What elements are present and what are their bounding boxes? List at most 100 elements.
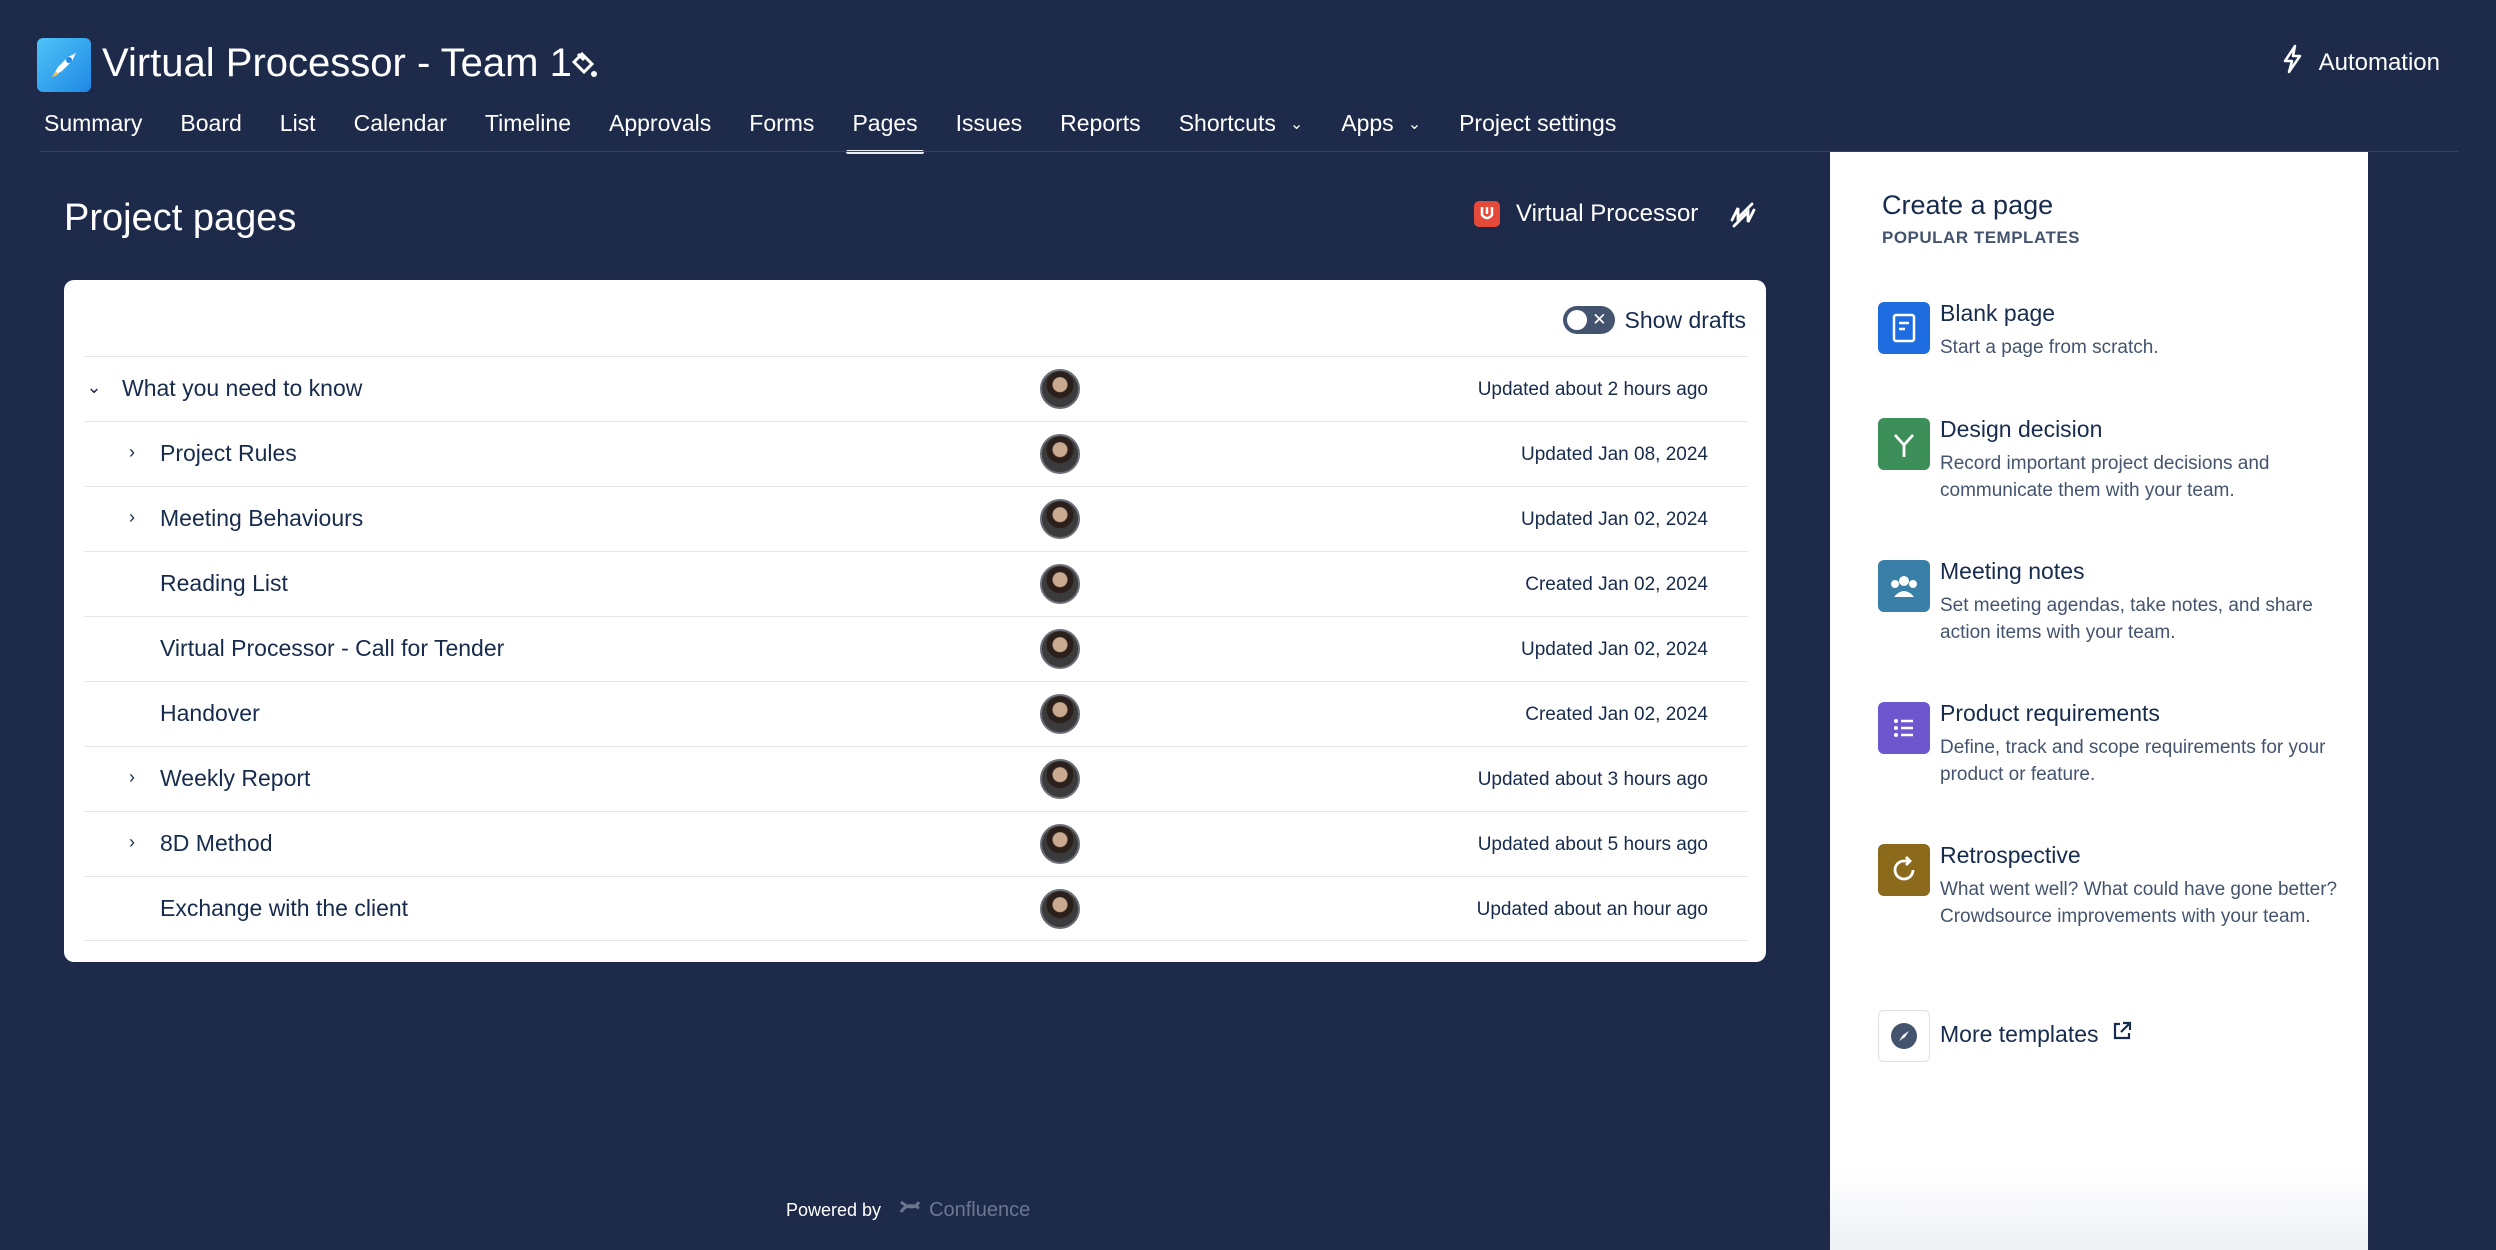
tab-label: Project settings <box>1459 110 1617 136</box>
powered-by-footer: Powered by Confluence <box>786 1198 1030 1222</box>
list-item[interactable]: Reading List Created Jan 02, 2024 <box>84 551 1748 616</box>
page-status: Updated Jan 02, 2024 <box>1521 639 1708 660</box>
paint-bucket-icon[interactable] <box>566 48 600 82</box>
avatar[interactable] <box>1040 434 1080 474</box>
page-name[interactable]: Virtual Processor - Call for Tender <box>160 635 504 662</box>
pages-list: ⌄ What you need to know Updated about 2 … <box>84 356 1748 941</box>
tab-label: Summary <box>44 110 143 136</box>
people-icon <box>1878 560 1930 612</box>
project-header: Virtual Processor - Team 1 Automation Su… <box>0 0 2496 155</box>
loop-icon <box>1878 844 1930 896</box>
more-templates-text: More templates <box>1940 1020 2133 1048</box>
show-drafts-label: Show drafts <box>1624 306 1746 333</box>
panel-subtitle: POPULAR TEMPLATES <box>1882 228 2081 247</box>
avatar[interactable] <box>1040 499 1080 539</box>
tab-forms[interactable]: Forms <box>749 108 833 152</box>
toggle-knob <box>1566 310 1587 330</box>
list-item[interactable]: › Weekly Report Updated about 3 hours ag… <box>84 746 1748 811</box>
tab-label: Reports <box>1060 110 1141 136</box>
avatar[interactable] <box>1040 629 1080 669</box>
avatar[interactable] <box>1040 889 1080 929</box>
chevron-down-icon: ⌄ <box>1289 116 1304 133</box>
page-name[interactable]: 8D Method <box>160 830 273 857</box>
chevron-right-icon[interactable]: › <box>122 507 142 528</box>
template-desc: Set meeting agendas, take notes, and sha… <box>1940 595 2313 643</box>
tab-label: Board <box>180 110 242 136</box>
chevron-right-icon[interactable]: › <box>122 832 142 853</box>
avatar[interactable] <box>1040 759 1080 799</box>
list-item[interactable]: › 8D Method Updated about 5 hours ago <box>84 811 1748 876</box>
list-item[interactable]: › Project Rules Updated Jan 08, 2024 <box>84 421 1748 486</box>
page-name[interactable]: Reading List <box>160 570 288 597</box>
list-icon <box>1878 702 1930 754</box>
tab-label: Timeline <box>484 110 571 136</box>
template-desc: What went well? What could have gone bet… <box>1940 879 2338 927</box>
confluence-label: Confluence <box>929 1198 1031 1221</box>
tab-label: Apps <box>1341 110 1394 136</box>
create-page-panel: Create a page POPULAR TEMPLATES Blank pa… <box>1830 152 2368 1250</box>
lightning-icon <box>2279 44 2305 81</box>
avatar[interactable] <box>1040 369 1080 409</box>
list-item[interactable]: Handover Created Jan 02, 2024 <box>84 681 1748 746</box>
tab-label: Shortcuts <box>1178 110 1276 136</box>
confluence-logo-icon <box>899 1198 921 1222</box>
project-title: Virtual Processor - Team 1 <box>102 41 572 85</box>
template-name: Blank page <box>1940 300 2056 326</box>
external-link-icon <box>2111 1020 2133 1048</box>
tab-apps[interactable]: Apps ⌄ <box>1341 108 1440 152</box>
project-rocket-icon[interactable] <box>37 38 91 92</box>
show-drafts-toggle[interactable]: ✕ Show drafts <box>1562 306 1746 334</box>
template-desc: Define, track and scope requirements for… <box>1940 737 2326 785</box>
tab-label: Calendar <box>353 110 447 136</box>
page-name[interactable]: Exchange with the client <box>160 895 408 922</box>
tab-pages[interactable]: Pages <box>846 108 936 154</box>
tab-project-settings[interactable]: Project settings <box>1459 108 1635 152</box>
pages-card: ✕ Show drafts ⌄ What you need to know Up… <box>64 280 1766 962</box>
chevron-down-icon: ⌄ <box>1407 116 1422 133</box>
chevron-right-icon[interactable]: › <box>122 767 142 788</box>
tab-calendar[interactable]: Calendar <box>354 108 466 152</box>
tab-approvals[interactable]: Approvals <box>609 108 730 152</box>
tab-issues[interactable]: Issues <box>956 108 1041 152</box>
page-name[interactable]: Handover <box>160 700 260 727</box>
powered-by-label: Powered by <box>786 1199 882 1220</box>
tab-board[interactable]: Board <box>180 108 260 152</box>
page-status: Updated Jan 02, 2024 <box>1521 509 1708 530</box>
confluence-brand[interactable]: Confluence <box>899 1198 1030 1222</box>
chevron-right-icon[interactable]: › <box>122 442 142 463</box>
avatar[interactable] <box>1040 824 1080 864</box>
tab-label: Forms <box>749 110 815 136</box>
avatar[interactable] <box>1040 564 1080 604</box>
page-status: Updated Jan 08, 2024 <box>1521 444 1708 465</box>
tab-shortcuts[interactable]: Shortcuts ⌄ <box>1179 108 1323 152</box>
tab-reports[interactable]: Reports <box>1060 108 1160 152</box>
list-item[interactable]: › Meeting Behaviours Updated Jan 02, 202… <box>84 486 1748 551</box>
tab-summary[interactable]: Summary <box>44 108 161 152</box>
chevron-down-icon[interactable]: ⌄ <box>84 377 104 398</box>
page-name[interactable]: Project Rules <box>160 440 297 467</box>
automation-button[interactable]: Automation <box>2279 44 2440 81</box>
space-link[interactable]: Virtual Processor <box>1474 200 1698 228</box>
template-desc: Record important project decisions and c… <box>1940 453 2270 501</box>
tab-timeline[interactable]: Timeline <box>485 108 590 152</box>
automation-label: Automation <box>2318 48 2440 76</box>
page-name[interactable]: Weekly Report <box>160 765 310 792</box>
template-name: Retrospective <box>1940 842 2081 868</box>
page-name[interactable]: What you need to know <box>122 375 362 402</box>
tab-label: Issues <box>955 110 1023 136</box>
list-item[interactable]: ⌄ What you need to know Updated about 2 … <box>84 356 1748 421</box>
page-status: Updated about an hour ago <box>1476 899 1708 920</box>
list-item[interactable]: Virtual Processor - Call for Tender Upda… <box>84 616 1748 681</box>
page-status: Updated about 5 hours ago <box>1477 834 1708 855</box>
toggle-switch[interactable]: ✕ <box>1562 306 1615 334</box>
document-icon <box>1878 302 1930 354</box>
tab-list[interactable]: List <box>280 108 335 152</box>
tab-label: Pages <box>852 110 918 136</box>
close-icon: ✕ <box>1592 310 1607 329</box>
more-templates-label: More templates <box>1940 1020 2099 1047</box>
page-name[interactable]: Meeting Behaviours <box>160 505 363 532</box>
avatar[interactable] <box>1040 694 1080 734</box>
list-item[interactable]: Exchange with the client Updated about a… <box>84 876 1748 941</box>
page-title: Project pages <box>64 197 297 239</box>
switch-space-icon[interactable] <box>1726 198 1760 232</box>
